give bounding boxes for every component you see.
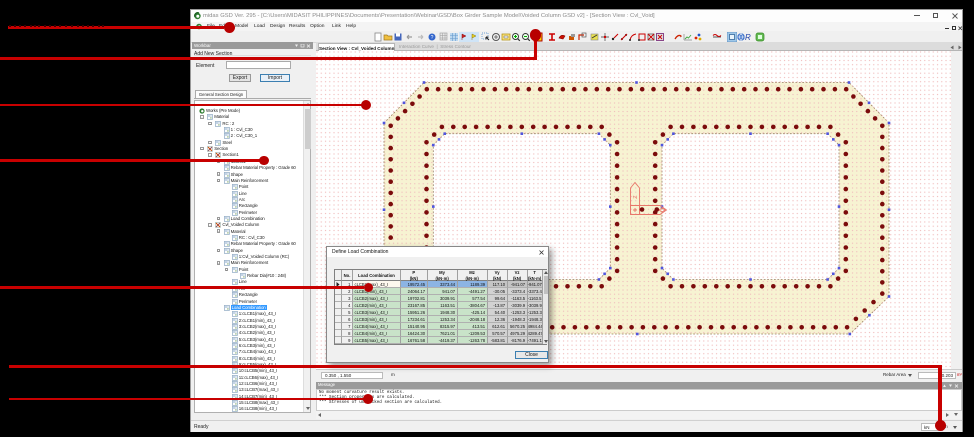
svg-text:R: R xyxy=(745,33,751,42)
svg-text:?: ? xyxy=(431,35,434,41)
